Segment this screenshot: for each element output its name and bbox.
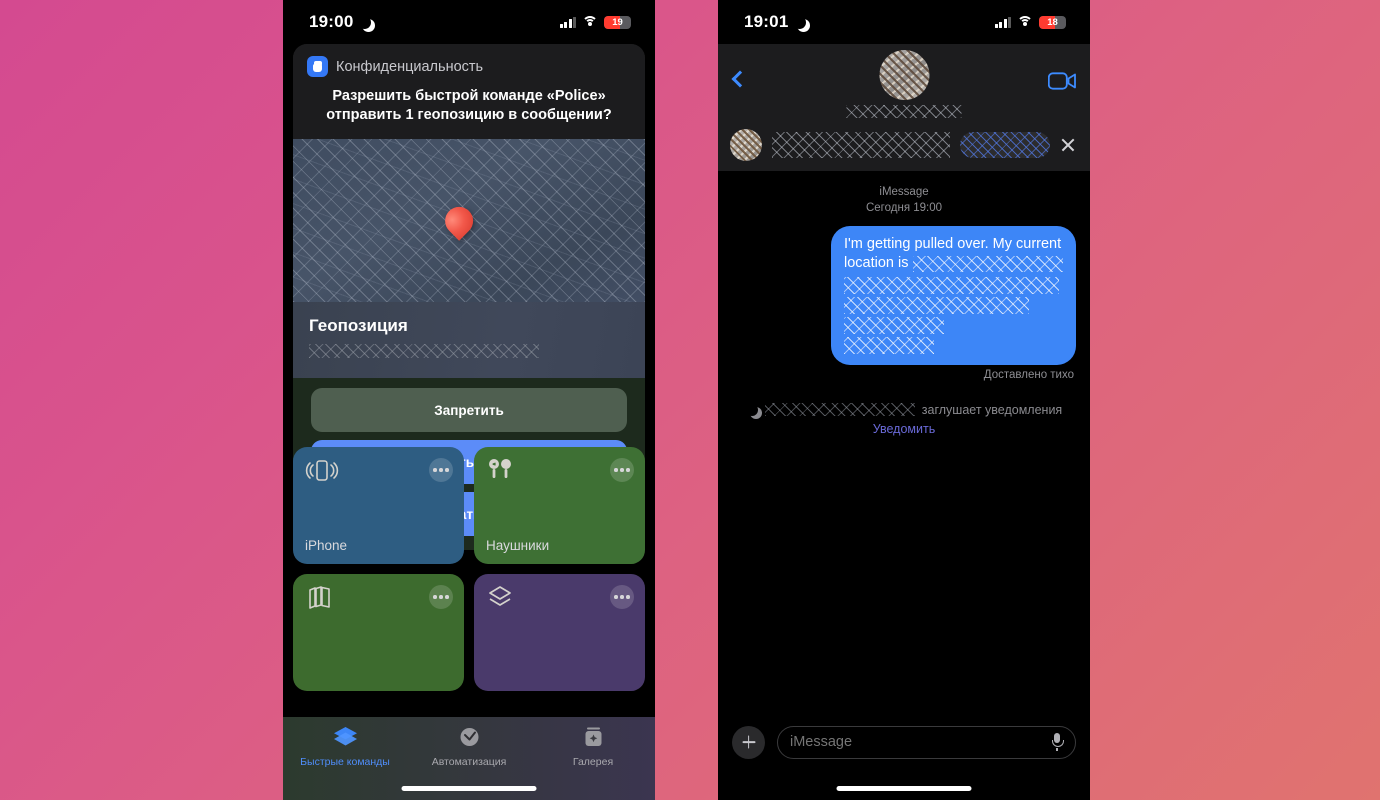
deny-button[interactable]: Запретить	[311, 388, 627, 433]
home-indicator-left	[401, 786, 537, 791]
shortcuts-icon	[332, 726, 359, 753]
banner-text-redacted	[772, 131, 950, 158]
shortcut-tiles-grid: iPhone Наушники	[293, 447, 645, 701]
message-address-redacted-line3	[844, 296, 1029, 314]
notification-banner[interactable]	[718, 118, 1090, 171]
location-address-redacted	[309, 344, 540, 359]
avatar	[879, 50, 929, 100]
message-address-redacted-line2	[844, 276, 1059, 294]
wifi-icon	[1017, 16, 1033, 28]
banner-avatar	[730, 128, 762, 161]
gallery-icon	[580, 726, 607, 753]
shortcut-tile-books[interactable]	[293, 574, 464, 691]
shortcuts-layers-icon	[486, 585, 520, 613]
message-date: Сегодня 19:00	[865, 201, 943, 214]
phone-right-messages: 19:01 18 iMessage Сегодня 19:00 I'm gett…	[718, 0, 1090, 800]
message-address-redacted-line4	[844, 316, 944, 334]
status-bar-left: 19:00 19	[283, 0, 655, 44]
wifi-icon	[582, 16, 598, 28]
map-pin-icon	[439, 201, 479, 241]
dialog-header: Конфиденциальность Разрешить быстрой ком…	[293, 44, 645, 140]
back-chevron-icon[interactable]	[731, 70, 749, 88]
close-x-icon[interactable]	[1060, 137, 1076, 153]
contact-header-info[interactable]	[846, 50, 962, 118]
shortcut-tile-iphone[interactable]: iPhone	[293, 447, 464, 564]
tab-shortcuts[interactable]: Быстрые команды	[283, 726, 407, 768]
home-indicator-right	[836, 786, 972, 791]
privacy-hand-icon	[307, 56, 328, 77]
message-service: iMessage	[879, 186, 929, 198]
status-indicators-left: 19	[559, 15, 631, 29]
message-row: I'm getting pulled over. My current loca…	[718, 226, 1090, 365]
dialog-app-name: Конфиденциальность	[336, 58, 484, 75]
dialog-app-row: Конфиденциальность	[307, 56, 631, 77]
ellipsis-icon[interactable]	[610, 458, 634, 482]
location-title: Геопозиция	[309, 316, 408, 336]
books-stack-icon	[305, 585, 339, 613]
phone-left-shortcuts: 19:00 19 Конфиденциальность Разрешить бы…	[283, 0, 655, 800]
contact-name-redacted	[846, 105, 962, 118]
map-preview[interactable]	[293, 139, 645, 303]
tab-automation[interactable]: Автоматизация	[407, 726, 531, 768]
shortcut-tile-headphones[interactable]: Наушники	[474, 447, 645, 564]
message-address-redacted	[912, 256, 1063, 273]
status-time-text: 19:00	[309, 12, 354, 31]
video-camera-icon[interactable]	[1047, 72, 1076, 91]
delivery-status: Доставлено тихо	[983, 368, 1074, 381]
tab-label: Автоматизация	[431, 756, 507, 768]
message-input[interactable]	[790, 734, 1051, 750]
tile-row-2	[293, 574, 645, 691]
focus-status-text: заглушает уведомления	[921, 402, 1063, 417]
battery-indicator-left: 19	[604, 15, 631, 29]
status-indicators-right: 18	[994, 15, 1066, 29]
message-input-wrap[interactable]	[777, 725, 1076, 759]
iphone-vibrate-icon	[305, 458, 339, 486]
dialog-question: Разрешить быстрой команде «Police» отпра…	[326, 88, 612, 124]
message-bubble-outgoing[interactable]: I'm getting pulled over. My current loca…	[831, 226, 1081, 365]
message-timestamp: iMessage Сегодня 19:00	[718, 171, 1090, 226]
shortcut-tile-label: iPhone	[305, 538, 348, 553]
airpods-icon	[486, 458, 520, 486]
crescent-moon-icon	[793, 16, 806, 29]
cellular-bars-icon	[559, 16, 576, 28]
message-input-bar	[718, 718, 1090, 766]
crescent-moon-icon	[358, 16, 371, 29]
location-info-panel: Геопозиция	[293, 302, 645, 379]
status-bar-right: 19:01 18	[718, 0, 1090, 44]
tab-label: Галерея	[572, 756, 614, 768]
banner-action-pill[interactable]	[960, 131, 1050, 158]
focus-status-row: заглушает уведомления	[718, 381, 1090, 417]
plus-icon[interactable]	[732, 725, 765, 759]
tab-label: Быстрые команды	[300, 756, 390, 768]
messages-app-content: iMessage Сегодня 19:00 I'm getting pulle…	[718, 44, 1090, 800]
chat-header	[718, 44, 1090, 118]
ellipsis-icon[interactable]	[610, 585, 634, 609]
status-time-right: 19:01	[744, 12, 806, 32]
shortcut-tile-label: Наушники	[486, 538, 550, 553]
automation-clock-icon	[456, 726, 483, 753]
tab-bar: Быстрые команды Автоматизация Галерея	[283, 717, 655, 800]
crescent-moon-icon	[746, 404, 758, 416]
microphone-icon[interactable]	[1051, 733, 1064, 751]
message-address-redacted-line5	[844, 336, 934, 354]
shortcut-tile-shortcuts[interactable]	[474, 574, 645, 691]
shortcuts-app-content: Конфиденциальность Разрешить быстрой ком…	[283, 44, 655, 800]
battery-indicator-right: 18	[1039, 15, 1066, 29]
status-time-left: 19:00	[309, 12, 371, 32]
tab-gallery[interactable]: Галерея	[531, 726, 655, 768]
focus-contact-name-redacted	[764, 403, 915, 417]
ellipsis-icon[interactable]	[429, 585, 453, 609]
ellipsis-icon[interactable]	[429, 458, 453, 482]
cellular-bars-icon	[994, 16, 1011, 28]
tile-row-1: iPhone Наушники	[293, 447, 645, 564]
notify-anyway-link[interactable]: Уведомить	[718, 417, 1090, 436]
status-time-text: 19:01	[744, 12, 789, 31]
